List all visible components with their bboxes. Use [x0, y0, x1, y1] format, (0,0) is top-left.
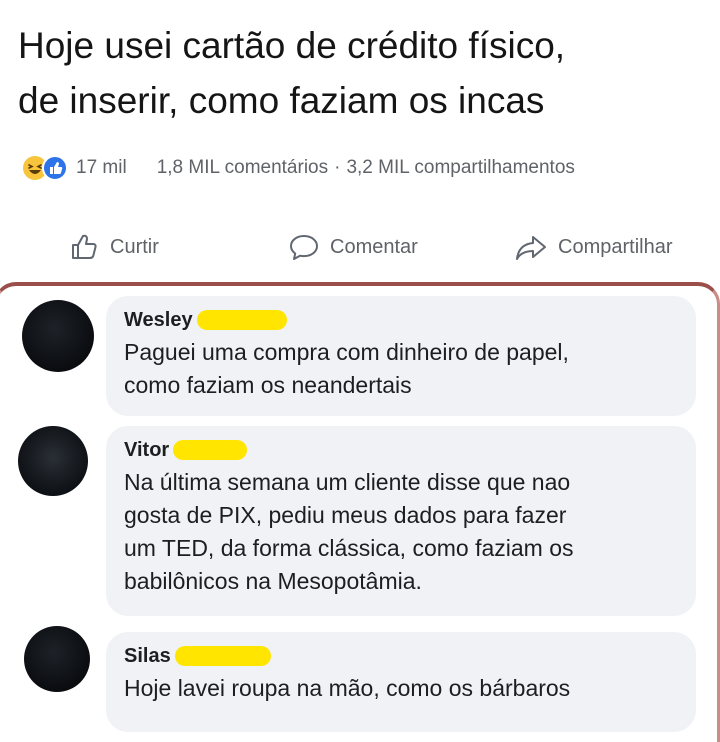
post-text-line: de inserir, como faziam os incas	[18, 80, 545, 121]
post-text: Hoje usei cartão de crédito físico, de i…	[18, 18, 708, 128]
redaction-mark	[196, 310, 287, 330]
comment-line: como faziam os neandertais	[124, 372, 412, 398]
like-reaction-icon	[42, 155, 68, 181]
avatar[interactable]	[18, 426, 88, 496]
comment-line: gosta de PIX, pediu meus dados para faze…	[124, 502, 567, 528]
post-text-line: Hoje usei cartão de crédito físico,	[18, 25, 566, 66]
author-name: Vitor	[124, 439, 170, 461]
comment-label: Comentar	[330, 235, 418, 258]
comment-bubble: Vitor Na última semana um cliente disse …	[106, 426, 696, 616]
reactions-count[interactable]: 17 mil	[76, 157, 127, 179]
like-button[interactable]: Curtir	[68, 225, 159, 269]
post-stats-row: 17 mil 1,8 MIL comentários · 3,2 MIL com…	[22, 150, 712, 186]
comment-bubble-icon	[290, 235, 318, 260]
comment-author[interactable]: Silas	[124, 642, 680, 670]
comment-author[interactable]: Vitor	[124, 436, 680, 464]
comment-author[interactable]: Wesley	[124, 306, 680, 334]
comment-text: Na última semana um cliente disse que na…	[124, 466, 680, 598]
thumbs-up-icon	[72, 234, 97, 259]
shares-count[interactable]: 3,2 MIL compartilhamentos	[346, 157, 574, 179]
comment-bubble: Wesley Paguei uma compra com dinheiro de…	[106, 296, 696, 416]
comment-text: Paguei uma compra com dinheiro de papel,…	[124, 336, 680, 402]
comment-line: babilônicos na Mesopotâmia.	[124, 568, 422, 594]
avatar[interactable]	[22, 300, 94, 372]
comments-count[interactable]: 1,8 MIL comentários	[157, 157, 328, 179]
like-label: Curtir	[110, 235, 159, 258]
author-name: Silas	[124, 645, 171, 667]
comment-text: Hoje lavei roupa na mão, como os bárbaro…	[124, 672, 680, 705]
comment-line: um TED, da forma clássica, como faziam o…	[124, 535, 574, 561]
comment-line: Na última semana um cliente disse que na…	[124, 469, 571, 495]
share-button[interactable]: Compartilhar	[514, 225, 672, 269]
share-arrow-icon	[516, 236, 546, 260]
redaction-mark	[174, 646, 271, 666]
redaction-mark	[173, 440, 248, 460]
comment-line: Hoje lavei roupa na mão, como os bárbaro…	[124, 675, 571, 701]
reaction-icons[interactable]	[22, 155, 68, 181]
author-name: Wesley	[124, 309, 193, 331]
comment-bubble: Silas Hoje lavei roupa na mão, como os b…	[106, 632, 696, 732]
share-label: Compartilhar	[558, 235, 673, 258]
comment-line: Paguei uma compra com dinheiro de papel,	[124, 339, 569, 365]
post-actions: Curtir Comentar Compartilhar	[0, 225, 720, 269]
stats-separator: ·	[334, 157, 341, 178]
comment-button[interactable]: Comentar	[288, 225, 418, 269]
avatar[interactable]	[24, 626, 90, 692]
